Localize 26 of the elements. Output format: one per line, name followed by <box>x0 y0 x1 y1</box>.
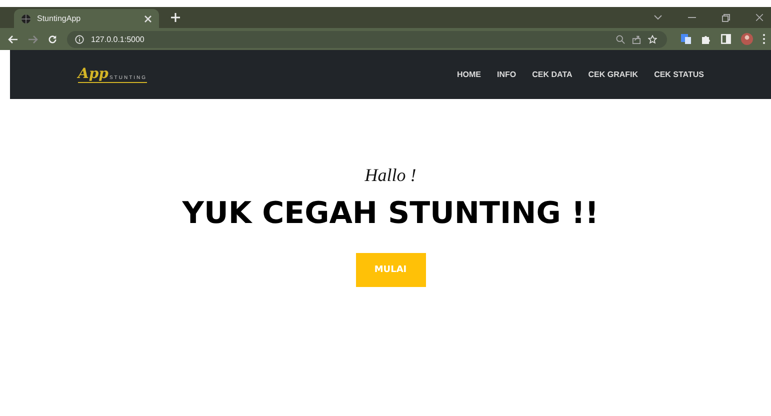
nav-link[interactable]: CEK GRAFIK <box>588 70 638 79</box>
browser-tab[interactable]: StuntingApp <box>14 9 159 28</box>
puzzle-icon[interactable] <box>701 34 711 44</box>
globe-icon <box>21 14 31 24</box>
nav-link[interactable]: INFO <box>497 70 516 79</box>
share-icon[interactable] <box>632 34 641 44</box>
sidebar-icon[interactable] <box>721 34 731 44</box>
url-text: 127.0.0.1:5000 <box>91 34 144 44</box>
address-bar[interactable]: 127.0.0.1:5000 <box>67 30 667 48</box>
zoom-icon[interactable] <box>616 34 625 44</box>
translate-icon[interactable] <box>681 34 691 44</box>
nav-link[interactable]: CEK DATA <box>532 70 572 79</box>
reload-icon[interactable] <box>48 34 57 44</box>
headline: YUK CEGAH STUNTING !! <box>182 196 599 231</box>
star-icon[interactable] <box>648 34 657 44</box>
new-tab-icon[interactable] <box>171 13 180 22</box>
info-icon <box>75 34 84 44</box>
close-icon[interactable] <box>756 14 763 21</box>
nav-link[interactable]: CEK STATUS <box>654 70 704 79</box>
tab-title: StuntingApp <box>37 14 82 23</box>
nav-link[interactable]: HOME <box>457 70 482 79</box>
chevron-down-icon[interactable] <box>654 15 662 20</box>
restore-icon[interactable] <box>722 14 730 22</box>
avatar-icon[interactable] <box>741 33 753 45</box>
back-icon[interactable] <box>8 34 18 44</box>
greeting: Hallo ! <box>364 165 416 186</box>
